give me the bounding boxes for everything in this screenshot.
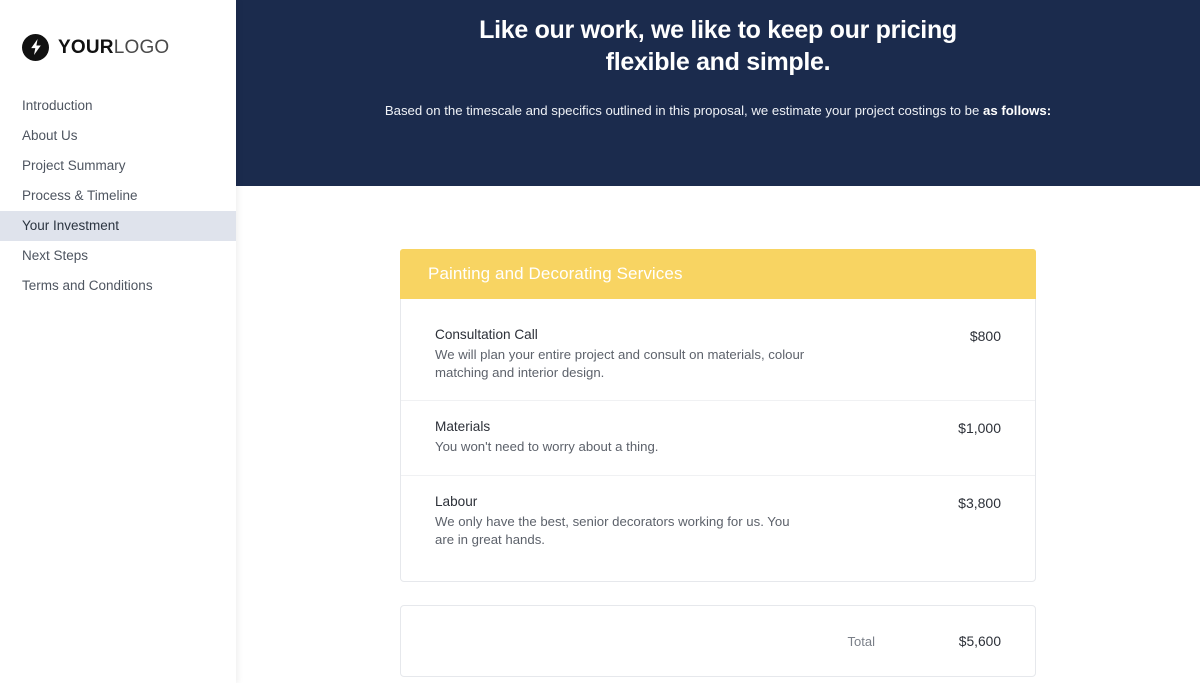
line-item: Labour We only have the best, senior dec… — [401, 476, 1035, 567]
line-item: Materials You won't need to worry about … — [401, 401, 1035, 476]
logo-text-light: LOGO — [113, 36, 170, 58]
line-item-price: $1,000 — [958, 420, 1001, 437]
sidebar-item-your-investment[interactable]: Your Investment — [0, 211, 236, 241]
line-item-description: We will plan your entire project and con… — [435, 346, 805, 381]
line-item-description: You won't need to worry about a thing. — [435, 439, 659, 455]
sidebar-item-terms-and-conditions[interactable]: Terms and Conditions — [0, 271, 236, 301]
page-title: Like our work, we like to keep our prici… — [236, 14, 1200, 78]
sidebar-item-project-summary[interactable]: Project Summary — [0, 151, 236, 181]
logo-text-bold: YOUR — [58, 36, 114, 58]
total-card: Total $5,600 — [400, 605, 1036, 678]
pricing-line-items: Consultation Call We will plan your enti… — [401, 299, 1035, 581]
line-item-price: $3,800 — [958, 494, 1001, 511]
total-label: Total — [847, 633, 875, 649]
total-value: $5,600 — [958, 633, 1001, 649]
hero-subtitle-bold: as follows: — [983, 103, 1052, 118]
hero-banner: Like our work, we like to keep our prici… — [236, 0, 1200, 186]
line-item-text: Materials You won't need to worry about … — [435, 419, 931, 456]
line-item-description: We only have the best, senior decorators… — [435, 513, 790, 547]
sidebar-item-next-steps[interactable]: Next Steps — [0, 241, 236, 271]
line-item-name: Labour — [435, 493, 478, 509]
logo-text: YOURLOGO — [58, 38, 169, 57]
main-content: Like our work, we like to keep our prici… — [236, 0, 1200, 683]
line-item-name: Materials — [435, 419, 491, 435]
line-item-text: Labour We only have the best, senior dec… — [435, 494, 931, 549]
hero-subtitle: Based on the timescale and specifics out… — [236, 102, 1200, 120]
line-item-text: Consultation Call We will plan your enti… — [435, 327, 931, 382]
pricing-card-header: Painting and Decorating Services — [400, 249, 1036, 299]
line-item: Consultation Call We will plan your enti… — [401, 309, 1035, 402]
lightning-bolt-icon — [22, 33, 49, 61]
logo[interactable]: YOURLOGO — [0, 0, 236, 66]
sidebar-item-about-us[interactable]: About Us — [0, 121, 236, 151]
line-item-name: Consultation Call — [435, 327, 538, 342]
sidebar-item-process-timeline[interactable]: Process & Timeline — [0, 181, 236, 211]
page-title-line1: Like our work, we like to keep our prici… — [479, 16, 957, 44]
pricing-card: Painting and Decorating Services Consult… — [400, 249, 1036, 583]
pricing-card-title: Painting and Decorating Services — [428, 264, 683, 283]
line-item-price: $800 — [969, 328, 1001, 344]
hero-subtitle-normal: Based on the timescale and specifics out… — [384, 103, 983, 118]
page-title-line2: flexible and simple. — [605, 48, 831, 76]
sidebar-nav: Introduction About Us Project Summary Pr… — [0, 91, 236, 301]
proposal-page: YOURLOGO Introduction About Us Project S… — [0, 0, 1200, 683]
sidebar: YOURLOGO Introduction About Us Project S… — [0, 0, 236, 683]
pricing-section: Painting and Decorating Services Consult… — [236, 249, 1200, 678]
sidebar-item-introduction[interactable]: Introduction — [0, 91, 236, 121]
